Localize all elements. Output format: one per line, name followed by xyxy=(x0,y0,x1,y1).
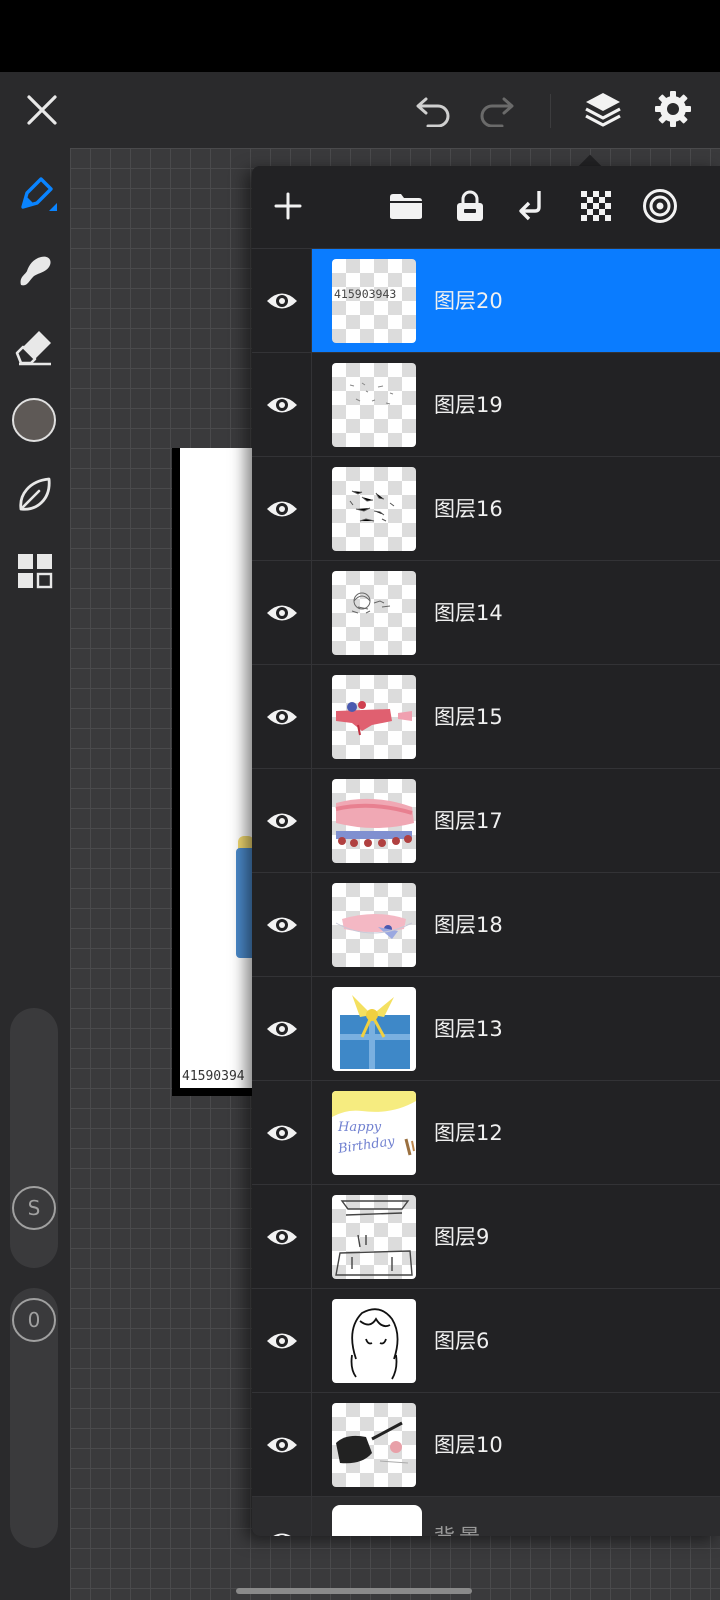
layer-name: 图层9 xyxy=(434,1225,490,1249)
eye-icon xyxy=(266,917,297,933)
layer-name: 图层17 xyxy=(434,809,503,833)
layer-row[interactable]: Happy Birthday 图层12 xyxy=(252,1080,720,1185)
layer-thumbnail: Happy Birthday xyxy=(332,1091,416,1175)
layer-name: 图层12 xyxy=(434,1121,503,1145)
status-bar xyxy=(0,0,720,72)
layer-thumbnail xyxy=(332,467,416,551)
layer-name: 图层15 xyxy=(434,705,503,729)
drawing-app: 41590394 S 0 415903943 图层20 图层19 图层16 图层… xyxy=(0,72,720,1600)
layer-name: 图层10 xyxy=(434,1433,503,1457)
visibility-toggle[interactable] xyxy=(252,249,312,353)
eye-icon xyxy=(266,1021,297,1037)
visibility-toggle[interactable] xyxy=(252,769,312,873)
color-swatch[interactable] xyxy=(12,398,56,442)
layer-row[interactable]: 图层6 xyxy=(252,1288,720,1393)
thumbnail-text: 415903943 xyxy=(334,287,397,301)
visibility-toggle[interactable] xyxy=(252,665,312,769)
folder-icon[interactable] xyxy=(384,184,428,228)
layer-name: 图层13 xyxy=(434,1017,503,1041)
eye-icon xyxy=(273,1533,290,1536)
toolbar-divider xyxy=(550,94,551,128)
layer-panel-toolbar xyxy=(252,166,720,248)
merge-down-icon[interactable] xyxy=(510,184,554,228)
layer-row[interactable]: 图层9 xyxy=(252,1184,720,1289)
layer-thumbnail xyxy=(332,883,416,967)
layer-row[interactable]: 图层14 xyxy=(252,560,720,665)
layer-row[interactable]: 415903943 图层20 xyxy=(252,248,720,353)
layer-row[interactable]: 图层16 xyxy=(252,456,720,561)
opacity-label: 0 xyxy=(27,1308,41,1332)
visibility-toggle[interactable] xyxy=(252,561,312,665)
eye-icon xyxy=(266,501,297,517)
layer-thumbnail xyxy=(332,779,416,863)
pen-tool-icon[interactable] xyxy=(10,170,60,220)
visibility-toggle[interactable] xyxy=(252,1081,312,1185)
layers-icon[interactable] xyxy=(578,84,628,134)
visibility-toggle[interactable] xyxy=(252,353,312,457)
eye-icon xyxy=(266,397,297,413)
layer-thumbnail xyxy=(332,675,416,759)
eye-icon xyxy=(266,1437,297,1453)
layer-row[interactable]: 图层19 xyxy=(252,352,720,457)
layer-thumbnail xyxy=(332,1195,416,1279)
layer-name: 图层14 xyxy=(434,601,503,625)
layer-thumbnail xyxy=(332,571,416,655)
top-toolbar xyxy=(0,72,720,148)
layer-thumbnail xyxy=(332,1505,422,1536)
layer-name: 图层18 xyxy=(434,913,503,937)
eraser-tool-icon[interactable] xyxy=(10,322,60,372)
layer-thumbnail xyxy=(332,987,416,1071)
layer-panel: 415903943 图层20 图层19 图层16 图层14 图层15 图层17 … xyxy=(252,166,720,1536)
add-layer-icon[interactable] xyxy=(266,184,310,228)
layer-row[interactable]: 图层18 xyxy=(252,872,720,977)
layer-list: 415903943 图层20 图层19 图层16 图层14 图层15 图层17 … xyxy=(252,248,720,1536)
layer-row[interactable]: 图层17 xyxy=(252,768,720,873)
layer-thumbnail xyxy=(332,1299,416,1383)
opacity-knob[interactable]: 0 xyxy=(12,1298,56,1342)
layer-row[interactable]: 图层15 xyxy=(252,664,720,769)
layer-name: 背景 xyxy=(434,1497,484,1536)
brush-size-knob[interactable]: S xyxy=(12,1186,56,1230)
thumbnail-text-happy: Happy xyxy=(338,1120,382,1135)
eye-icon xyxy=(266,1125,297,1141)
layer-row[interactable]: 图层13 xyxy=(252,976,720,1081)
eye-icon xyxy=(266,1229,297,1245)
visibility-toggle[interactable] xyxy=(252,873,312,977)
target-icon[interactable] xyxy=(638,184,682,228)
eye-icon xyxy=(266,605,297,621)
leaf-tool-icon[interactable] xyxy=(10,470,60,520)
close-icon[interactable] xyxy=(18,86,66,134)
layer-thumbnail: 415903943 xyxy=(332,259,416,343)
artboard-text: 41590394 xyxy=(182,1069,245,1084)
visibility-toggle[interactable] xyxy=(252,1185,312,1289)
visibility-toggle[interactable] xyxy=(252,1289,312,1393)
background-layer-row[interactable]: 背景 xyxy=(252,1496,720,1536)
visibility-toggle[interactable] xyxy=(252,977,312,1081)
visibility-toggle[interactable] xyxy=(252,1393,312,1497)
redo-icon[interactable] xyxy=(472,86,520,134)
visibility-toggle[interactable] xyxy=(252,1497,312,1536)
layer-thumbnail xyxy=(332,1403,416,1487)
layer-row[interactable]: 图层10 xyxy=(252,1392,720,1497)
eye-icon xyxy=(266,293,297,309)
eye-icon xyxy=(266,709,297,725)
eye-icon xyxy=(266,813,297,829)
layer-name: 图层20 xyxy=(434,289,503,313)
layer-name: 图层16 xyxy=(434,497,503,521)
left-tool-sidebar: S 0 xyxy=(0,148,70,1600)
grid-menu-icon[interactable] xyxy=(10,546,60,596)
alpha-lock-icon[interactable] xyxy=(574,184,618,228)
layer-name: 图层6 xyxy=(434,1329,490,1353)
visibility-toggle[interactable] xyxy=(252,457,312,561)
eye-icon xyxy=(266,1333,297,1349)
layer-thumbnail xyxy=(332,363,416,447)
gear-icon[interactable] xyxy=(648,84,698,134)
layer-name: 图层19 xyxy=(434,393,503,417)
size-label: S xyxy=(27,1196,41,1220)
home-indicator[interactable] xyxy=(236,1588,472,1594)
smudge-tool-icon[interactable] xyxy=(10,246,60,296)
undo-icon[interactable] xyxy=(410,86,458,134)
lock-icon[interactable] xyxy=(448,184,492,228)
